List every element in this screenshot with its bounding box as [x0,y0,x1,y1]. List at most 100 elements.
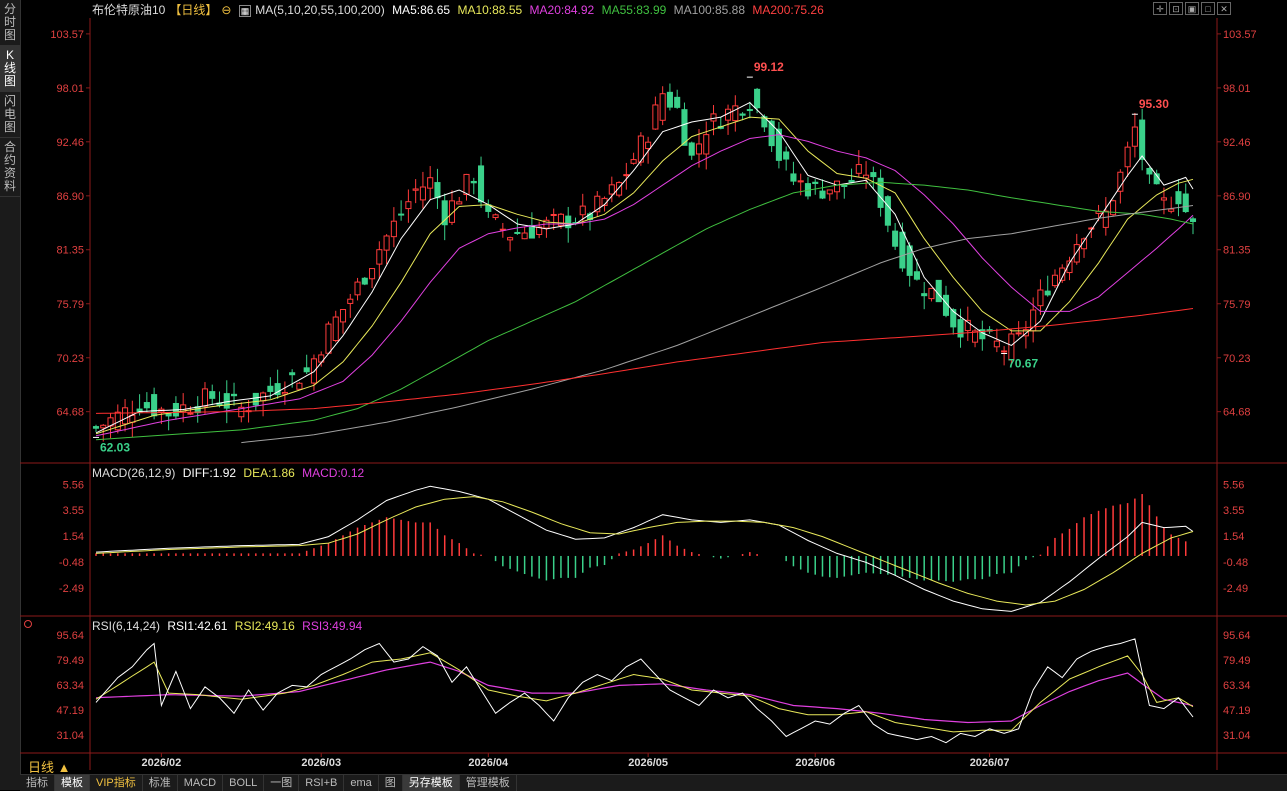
candle-body-90 [746,109,753,112]
restore-icon[interactable]: ▣ [1185,2,1199,15]
ma10-value: MA10:88.55 [457,3,523,17]
bottom-tab-11[interactable]: 管理模板 [460,775,517,791]
close-icon[interactable]: ✕ [1217,2,1231,15]
macd-tick-label-left-2: 1.54 [63,531,84,543]
bottom-tab-7[interactable]: RSI+B [299,775,345,791]
candle-body-47 [434,182,441,199]
candle-body-79 [666,91,673,108]
candle-body-81 [681,109,688,146]
candle-body-4 [122,407,129,425]
rsi-settings-icon[interactable] [24,620,32,628]
x-axis-label-5: 2026/07 [970,757,1010,769]
candle-body-110 [892,230,899,247]
bottom-tab-5[interactable]: BOLL [223,775,265,791]
price-tick-label-right-1: 98.01 [1223,83,1251,95]
candle-body-60 [528,224,535,239]
price-tick-label-left-2: 92.46 [56,137,84,149]
price-tick-label-right-2: 92.46 [1223,137,1251,149]
price-tick-label-right-3: 86.90 [1223,191,1251,203]
candle-body-139 [1102,210,1109,228]
rsi-legend: RSI(6,14,24) RSI1:42.61 RSI2:49.16 RSI3:… [92,619,366,633]
candle-body-18 [223,393,230,409]
candle-body-105 [855,164,862,174]
candle-body-101 [826,189,833,195]
bottom-tab-8[interactable]: ema [344,775,379,791]
candle-body-36 [354,281,361,296]
bottom-tab-2[interactable]: VIP指标 [90,775,143,791]
candle-body-32 [325,323,332,354]
candle-body-91 [754,88,761,109]
bottom-tab-0[interactable]: 指标 [20,775,55,791]
candle-body-13 [187,412,194,415]
macd-legend: MACD(26,12,9) DIFF:1.92 DEA:1.86 MACD:0.… [92,466,368,480]
candle-body-57 [507,237,514,241]
candle-body-7 [143,402,150,409]
ma200-value: MA200:75.26 [752,3,824,17]
expand-icon[interactable]: ⊡ [1169,2,1183,15]
macd-dea-value: DEA:1.86 [243,466,295,480]
macd-params: MACD(26,12,9) [92,466,176,480]
bottom-tab-6[interactable]: 一图 [264,775,300,791]
crosshair-icon[interactable]: ✛ [1153,2,1167,15]
candle-body-76 [645,141,652,150]
candle-body-29 [303,367,310,373]
macd-dea-line [95,496,1194,606]
rsi1-line [95,638,1194,744]
chart-canvas[interactable]: 103.57 103.57 98.01 98.01 92.46 92.46 86.90 86.… [0,0,1287,790]
candle-body-37 [361,277,368,285]
candle-body-78 [659,93,666,121]
candle-body-34 [339,309,347,323]
x-axis-label-3: 2026/05 [628,757,668,769]
macd-tick-label-right-2: 1.54 [1223,531,1244,543]
bottom-tab-1[interactable]: 模板 [55,775,90,791]
bottom-tab-3[interactable]: 标准 [143,775,178,791]
bottom-tab-4[interactable]: MACD [178,775,224,791]
candle-body-55 [492,214,499,219]
candle-body-19 [230,393,238,397]
candle-body-142 [1124,146,1131,168]
candle-body-116 [935,279,942,303]
macd-tick-label-right-4: -2.49 [1223,583,1248,595]
candle-body-77 [652,104,659,130]
maximize-icon[interactable]: □ [1201,2,1215,15]
price-tick-label-right-4: 81.35 [1223,245,1251,257]
candle-body-96 [790,173,797,182]
rsi2-line [95,652,1194,733]
ma-line-ma20 [95,134,1194,437]
candle-body-99 [812,181,819,184]
candle-body-88 [732,105,739,122]
x-axis-label-4: 2026/06 [795,757,835,769]
candle-body-149 [1175,191,1182,205]
rsi-tick-label-left-1: 79.49 [56,655,84,667]
rsi-tick-label-left-4: 31.04 [56,730,84,742]
candle-body-0 [92,426,100,429]
price-tick-label-left-0: 103.57 [50,29,84,41]
macd-tick-label-left-1: 3.55 [63,505,84,517]
ma55-value: MA55:83.99 [601,3,667,17]
candle-body-144 [1139,119,1146,160]
macd-tick-label-right-1: 3.55 [1223,505,1244,517]
candle-body-147 [1160,197,1167,201]
lock-icon[interactable]: ⊖ [221,3,231,17]
candle-body-46 [427,177,434,189]
candle-body-85 [710,113,717,122]
candle-body-15 [201,388,209,407]
candle-body-104 [848,179,855,183]
ma-toggle-icon[interactable]: ▦ [238,5,252,17]
candle-body-150 [1182,193,1189,213]
window-controls: ✛ ⊡ ▣ □ ✕ [1153,2,1231,15]
bottom-tab-9[interactable]: 图 [379,775,403,791]
macd-diff-value: DIFF:1.92 [182,466,237,480]
period-tag: 【日线】 [169,3,218,17]
candle-body-74 [630,159,637,164]
rsi-tick-label-right-3: 47.19 [1223,705,1251,717]
candle-body-71 [608,184,615,195]
bottom-tab-10[interactable]: 另存模板 [402,775,460,791]
ma-line-ma10 [95,116,1194,435]
rsi-tick-label-right-0: 95.64 [1223,630,1251,642]
candle-body-131 [1044,290,1051,296]
candle-body-114 [921,293,928,297]
candle-body-132 [1051,274,1059,287]
candle-body-53 [477,165,485,203]
candle-body-16 [209,391,216,399]
